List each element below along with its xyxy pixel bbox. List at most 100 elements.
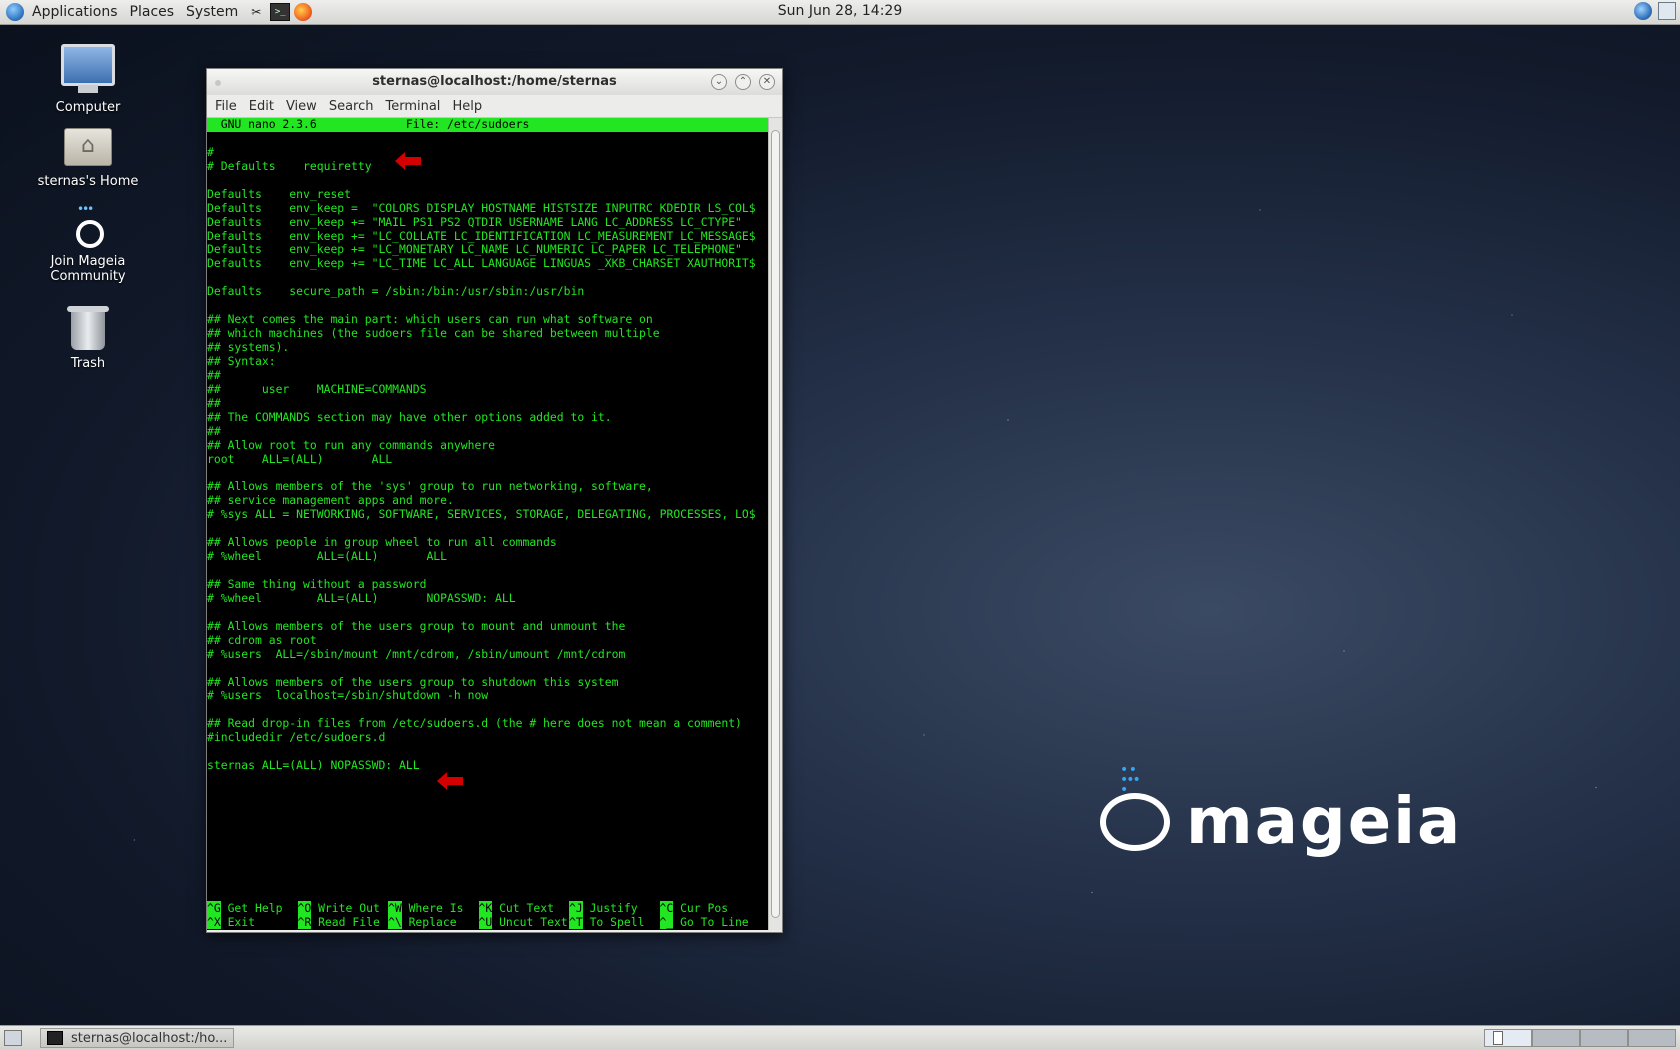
menu-edit[interactable]: Edit: [243, 99, 280, 114]
shortcut-key: ^J: [569, 901, 583, 916]
menu-terminal[interactable]: Terminal: [379, 99, 446, 114]
logo-wordmark: mageia: [1186, 785, 1463, 859]
desktop-icon-computer[interactable]: Computer: [13, 44, 163, 115]
nano-line: Defaults env_keep += "LC_TIME LC_ALL LAN…: [207, 256, 756, 271]
nano-line: ## systems).: [207, 340, 290, 354]
shortcut-key: ^T: [569, 915, 583, 930]
nano-line: [207, 466, 768, 480]
nano-line: # %users ALL=/sbin/mount /mnt/cdrom, /sb…: [207, 646, 626, 661]
shortcut-key: ^C: [659, 901, 674, 916]
nano-shortcut: ^R Read File: [297, 915, 389, 930]
nano-line: Defaults env_keep += "LC_MONETARY LC_NAM…: [207, 242, 742, 257]
nano-line: [207, 564, 768, 578]
desktop-icon-label: sternas's Home: [37, 174, 139, 189]
shortcut-key: ^\: [388, 915, 402, 930]
show-desktop-icon[interactable]: [4, 1030, 22, 1046]
menu-help[interactable]: Help: [446, 99, 488, 114]
nano-line: [207, 703, 768, 717]
nano-line: [207, 299, 768, 313]
window-titlebar[interactable]: sternas@localhost:/home/sternas ⌄ ⌃ ✕: [207, 69, 782, 95]
network-globe-icon[interactable]: [1634, 2, 1652, 20]
workspace-2[interactable]: [1532, 1029, 1580, 1047]
nano-text-area[interactable]: # # Defaults requiretty Defaults env_reset…: [207, 132, 768, 773]
terminal-launcher-icon[interactable]: >_: [270, 3, 291, 21]
trash-icon: [67, 306, 109, 350]
desktop-icon-label: Trash: [70, 356, 106, 371]
shortcut-label: Justify: [582, 901, 638, 916]
window-title: sternas@localhost:/home/sternas: [372, 74, 617, 89]
maximize-button[interactable]: ⌃: [735, 74, 751, 90]
top-panel: Applications Places System ✂ >_ Sun Jun …: [0, 0, 1680, 25]
shortcut-key: ^G: [207, 901, 221, 916]
taskbar-item-terminal[interactable]: sternas@localhost:/ho...: [40, 1028, 234, 1048]
shortcut-label: Cur Pos: [673, 901, 729, 916]
shortcut-label: Uncut Text: [492, 915, 568, 930]
scrollbar-thumb[interactable]: [771, 130, 780, 918]
nano-line: [207, 606, 768, 620]
nano-header: GNU nano 2.3.6 File: /etc/sudoers: [207, 118, 768, 132]
close-button[interactable]: ✕: [759, 74, 775, 90]
nano-shortcut: ^_ Go To Line: [659, 915, 751, 930]
computer-icon: [61, 44, 115, 93]
menu-system[interactable]: System: [180, 4, 244, 20]
menu-search[interactable]: Search: [323, 99, 380, 114]
nano-line: Defaults env_keep += "MAIL PS1 PS2 QTDIR…: [207, 214, 742, 229]
menu-file[interactable]: File: [209, 99, 243, 114]
nano-line: [207, 662, 768, 676]
shortcut-key: ^K: [478, 901, 493, 916]
firefox-launcher-icon[interactable]: [294, 3, 313, 21]
nano-line: ## Allow root to run any commands anywhe…: [207, 437, 496, 452]
nano-line: #: [207, 144, 214, 159]
shortcut-label: Write Out: [311, 901, 380, 916]
menu-applications[interactable]: Applications: [26, 4, 124, 20]
terminal-window: sternas@localhost:/home/sternas ⌄ ⌃ ✕ Fi…: [206, 68, 783, 933]
nano-line: ##: [207, 367, 221, 382]
desktop-icon-label: Computer: [55, 100, 121, 115]
nano-line: ## Next comes the main part: which users…: [207, 312, 653, 327]
workspace-4[interactable]: [1628, 1029, 1676, 1047]
nano-editor[interactable]: GNU nano 2.3.6 File: /etc/sudoers # # Def…: [207, 118, 768, 930]
nano-line: Defaults env_keep = "COLORS DISPLAY HOST…: [207, 200, 756, 215]
nano-shortcut: ^C Cur Pos: [659, 901, 751, 916]
terminal-task-icon: [47, 1031, 63, 1045]
nano-line: ## The COMMANDS section may have other o…: [207, 409, 612, 424]
nano-line: ## which machines (the sudoers file can …: [207, 326, 660, 341]
nano-line: root ALL=(ALL) ALL: [207, 451, 393, 466]
nano-line: Defaults env_reset: [207, 186, 352, 201]
shortcut-key: ^_: [659, 915, 674, 930]
minimize-button[interactable]: ⌄: [711, 74, 727, 90]
mageia-menu-icon[interactable]: [6, 3, 24, 21]
shortcut-label: Where Is: [401, 901, 464, 916]
desktop-icon-home[interactable]: sternas's Home: [13, 128, 163, 189]
menu-places[interactable]: Places: [124, 4, 181, 20]
red-arrow-annotation-icon: [395, 152, 421, 170]
nano-line: [207, 522, 768, 536]
home-folder-icon: [64, 128, 112, 166]
nano-line: # Defaults requiretty: [207, 158, 372, 173]
shortcut-key: ^O: [297, 901, 312, 916]
nano-line: ## service management apps and more.: [207, 493, 454, 508]
mageia-community-icon: [73, 202, 104, 248]
terminal-scrollbar[interactable]: [768, 118, 782, 930]
workspace-switcher: [1484, 1029, 1676, 1047]
desktop-icon-join-mageia[interactable]: Join Mageia Community: [13, 202, 163, 284]
desktop-icon-trash[interactable]: Trash: [13, 306, 163, 371]
workspace-1[interactable]: [1484, 1029, 1532, 1047]
menu-view[interactable]: View: [280, 99, 323, 114]
shortcut-row: ^X Exit ^R Read File ^\ Replace ^U Uncut Te…: [207, 915, 768, 930]
nano-shortcut: ^U Uncut Text: [478, 915, 570, 930]
cauldron-icon: • • ••• •: [1100, 763, 1170, 851]
nano-line: ## Allows members of the users group to …: [207, 618, 626, 633]
nano-line: ## Syntax:: [207, 353, 276, 368]
nano-line: sternas ALL=(ALL) NOPASSWD: ALL: [207, 758, 420, 773]
nano-shortcut: ^X Exit: [207, 915, 298, 930]
shortcut-label: Go To Line: [673, 915, 749, 930]
mageia-logo: • • ••• • mageia: [1100, 763, 1463, 859]
screenshot-launcher-icon[interactable]: ✂: [246, 2, 266, 22]
nano-shortcut-bar: ^G Get Help ^O Write Out ^W Where Is ^K Cut…: [207, 901, 768, 930]
workspace-3[interactable]: [1580, 1029, 1628, 1047]
nano-line: ## user MACHINE=COMMANDS: [207, 381, 427, 396]
shortcut-label: Cut Text: [492, 901, 554, 916]
nano-line: # %wheel ALL=(ALL) NOPASSWD: ALL: [207, 590, 516, 605]
network-monitor-icon[interactable]: [1658, 2, 1676, 20]
